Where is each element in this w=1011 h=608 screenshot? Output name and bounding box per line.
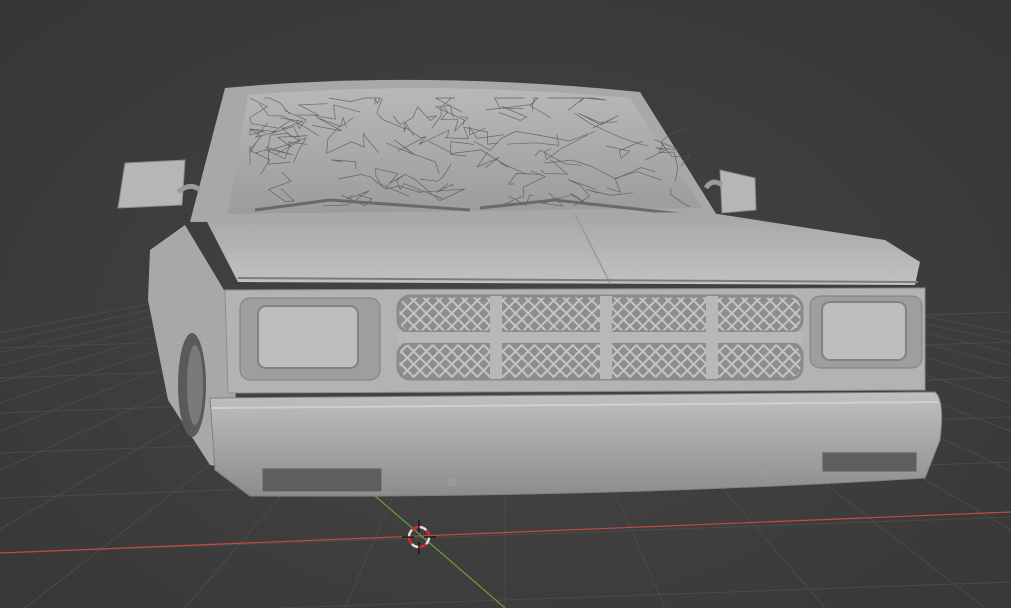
truck-mirror-right bbox=[719, 169, 757, 214]
truck-tow-hook-left bbox=[447, 477, 457, 487]
3d-viewport[interactable] bbox=[0, 0, 1011, 608]
3d-cursor-icon[interactable] bbox=[402, 520, 436, 554]
truck-model[interactable] bbox=[117, 79, 943, 497]
truck-headlight-left bbox=[257, 305, 359, 369]
truck-wheel-rim bbox=[187, 345, 203, 425]
truck-bumper-slot-right bbox=[821, 451, 918, 473]
truck-tow-hook-right bbox=[757, 465, 767, 475]
truck-grille bbox=[396, 294, 804, 381]
truck-mirror-right-arm bbox=[703, 179, 724, 190]
truck-headlight-right bbox=[821, 301, 907, 361]
truck-mirror-left-arm bbox=[176, 184, 202, 194]
truck-mirror-left bbox=[117, 159, 186, 209]
truck-windshield bbox=[228, 88, 702, 214]
truck-hood bbox=[205, 212, 920, 285]
truck-bumper-slot-left bbox=[261, 467, 383, 493]
viewport-scene[interactable] bbox=[0, 0, 1011, 608]
